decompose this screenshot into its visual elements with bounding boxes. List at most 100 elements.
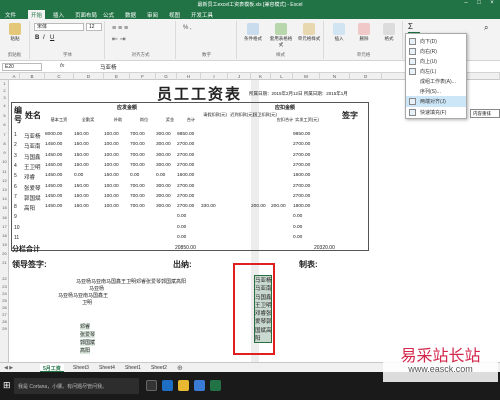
row-header-cell[interactable]: 12 [0, 178, 9, 183]
cortana-search-input[interactable]: 我是 Cortana，小娜。有问题尽管问我。 [14, 378, 139, 394]
row-header-cell[interactable]: 23 [0, 284, 9, 289]
font-size-select[interactable]: 12 [86, 23, 102, 31]
row-header-cell[interactable]: 22 [0, 276, 9, 281]
column-header-cell[interactable]: O [350, 73, 382, 80]
delete-cells-button[interactable]: 删除 [352, 23, 376, 42]
edge-icon[interactable] [162, 380, 173, 391]
font-name-select[interactable]: 宋体 [34, 23, 84, 31]
row-header-cell[interactable]: 28 [0, 319, 9, 324]
name-box[interactable]: E20 [2, 63, 42, 71]
tab-review[interactable]: 审阅 [144, 10, 161, 19]
column-header-cell[interactable]: K [251, 73, 271, 80]
excel-taskbar-icon[interactable] [210, 380, 221, 391]
row-header-cell[interactable]: 1 [0, 81, 9, 86]
row-header-cell[interactable]: 21 [0, 260, 9, 265]
percent-icon[interactable]: % , [183, 25, 192, 31]
sheet-tab-0[interactable]: 5月工资 [40, 364, 64, 372]
indent-icon[interactable]: ⇤ ⇥ [112, 35, 126, 43]
sheet-tab-1[interactable]: Sheet3 [70, 364, 92, 372]
row-header-cell[interactable]: 3 [0, 95, 9, 100]
add-sheet-icon[interactable]: ⊕ [177, 364, 183, 372]
tab-page-layout[interactable]: 页面布局 [72, 10, 100, 19]
tab-insert[interactable]: 插入 [50, 10, 67, 19]
underline-icon[interactable]: U [50, 35, 54, 41]
fx-icon[interactable]: fx [60, 63, 64, 69]
row-header-cell[interactable]: 20 [0, 251, 9, 256]
paste-button[interactable]: 粘贴 [3, 23, 27, 42]
sheet-tab-4[interactable]: Sheet2 [148, 364, 170, 372]
tab-view[interactable]: 视图 [166, 10, 183, 19]
tab-developer[interactable]: 开发工具 [188, 10, 216, 19]
row-header-cell[interactable]: 7 [0, 132, 9, 137]
sheet-tab-2[interactable]: Sheet4 [96, 364, 118, 372]
column-header-cell[interactable]: I [201, 73, 228, 80]
row-value: 0.00 [177, 224, 187, 230]
column-header-cell[interactable]: G [156, 73, 177, 80]
row-header-cell[interactable]: 9 [0, 150, 9, 155]
table-format-button[interactable]: 套用表格格式 [268, 23, 294, 48]
column-header-cell[interactable]: A [9, 73, 20, 80]
row-header-cell[interactable]: 26 [0, 305, 9, 310]
row-header-cell[interactable]: 13 [0, 187, 9, 192]
explorer-icon[interactable] [178, 380, 189, 391]
row-header-cell[interactable]: 19 [0, 242, 9, 247]
tab-home[interactable]: 开始 [28, 10, 46, 19]
row-value: 100.00 [104, 193, 119, 199]
bold-icon[interactable]: B [35, 35, 39, 41]
row-header-cell[interactable]: 16 [0, 215, 9, 220]
autosum-icon[interactable]: Σ [408, 22, 413, 31]
column-header-cell[interactable]: N [320, 73, 350, 80]
formula-input[interactable]: 马亚杨 [100, 63, 117, 71]
paste-label: 粘贴 [10, 36, 20, 41]
task-view-icon[interactable] [146, 380, 157, 391]
tab-formulas[interactable]: 公式 [100, 10, 117, 19]
row-header-cell[interactable]: 17 [0, 224, 9, 229]
column-header-cell[interactable]: F [130, 73, 156, 80]
cell-style-button[interactable]: 单元格样式 [296, 23, 322, 42]
delete-cells-label: 删除 [359, 36, 369, 41]
maximize-icon[interactable]: □ [473, 0, 485, 6]
row-header-cell[interactable]: 2 [0, 88, 9, 93]
row-value: 2700.00 [177, 162, 195, 168]
insert-cells-button[interactable]: 插入 [327, 23, 351, 42]
row-header-cell[interactable]: 29 [0, 326, 9, 331]
format-cells-button[interactable]: 格式 [377, 23, 401, 42]
minimize-icon[interactable]: – [460, 0, 472, 6]
column-header-cell[interactable]: E [104, 73, 130, 80]
prev-sheet-icon[interactable]: ◀ ▶ [4, 365, 13, 371]
row-header-cell[interactable]: 14 [0, 196, 9, 201]
column-header-cell[interactable]: H [177, 73, 201, 80]
row-header-cell[interactable]: 4 [0, 103, 9, 108]
column-header-cell[interactable]: J [228, 73, 251, 80]
conditional-format-button[interactable]: 条件格式 [240, 23, 266, 42]
row-value: 100.00 [104, 183, 119, 189]
store-icon[interactable] [194, 380, 205, 391]
column-header-cell[interactable]: M [293, 73, 320, 80]
column-header-cell[interactable]: C [45, 73, 74, 80]
row-header-cell[interactable]: 6 [0, 122, 9, 127]
close-icon[interactable]: × [486, 0, 498, 6]
row-header-cell[interactable]: 24 [0, 291, 9, 296]
menu-item-flash-fill[interactable]: 快速填充(F) [406, 107, 466, 118]
find-icon[interactable]: ⌕ [484, 23, 488, 33]
column-header-cell[interactable]: L [271, 73, 293, 80]
row-header-cell[interactable]: 10 [0, 159, 9, 164]
sheet-tab-3[interactable]: Sheet1 [122, 364, 144, 372]
column-header-cell[interactable]: D [74, 73, 104, 80]
title-bar: 最新员工excel工资表模板.xls [兼容模式] - Excel – □ × [0, 0, 500, 9]
tab-data[interactable]: 数据 [122, 10, 139, 19]
row-header-cell[interactable]: 8 [0, 141, 9, 146]
italic-icon[interactable]: I [43, 35, 45, 41]
menu-item-label: 成组工作表(A)... [420, 79, 456, 85]
row-header-cell[interactable]: 11 [0, 169, 9, 174]
row-header-cell[interactable]: 25 [0, 298, 9, 303]
column-header-cell[interactable]: B [20, 73, 45, 80]
align-icon[interactable]: ≡ ≡ ≡ [112, 25, 128, 32]
menu-item-justify[interactable]: 两端对齐(J) [406, 96, 466, 107]
start-icon[interactable]: ⊞ [3, 380, 11, 391]
row-header-cell[interactable]: 15 [0, 205, 9, 210]
tab-file[interactable]: 文件 [2, 10, 19, 19]
row-header-cell[interactable]: 5 [0, 113, 9, 118]
row-header-cell[interactable]: 18 [0, 233, 9, 238]
row-header-cell[interactable]: 27 [0, 312, 9, 317]
